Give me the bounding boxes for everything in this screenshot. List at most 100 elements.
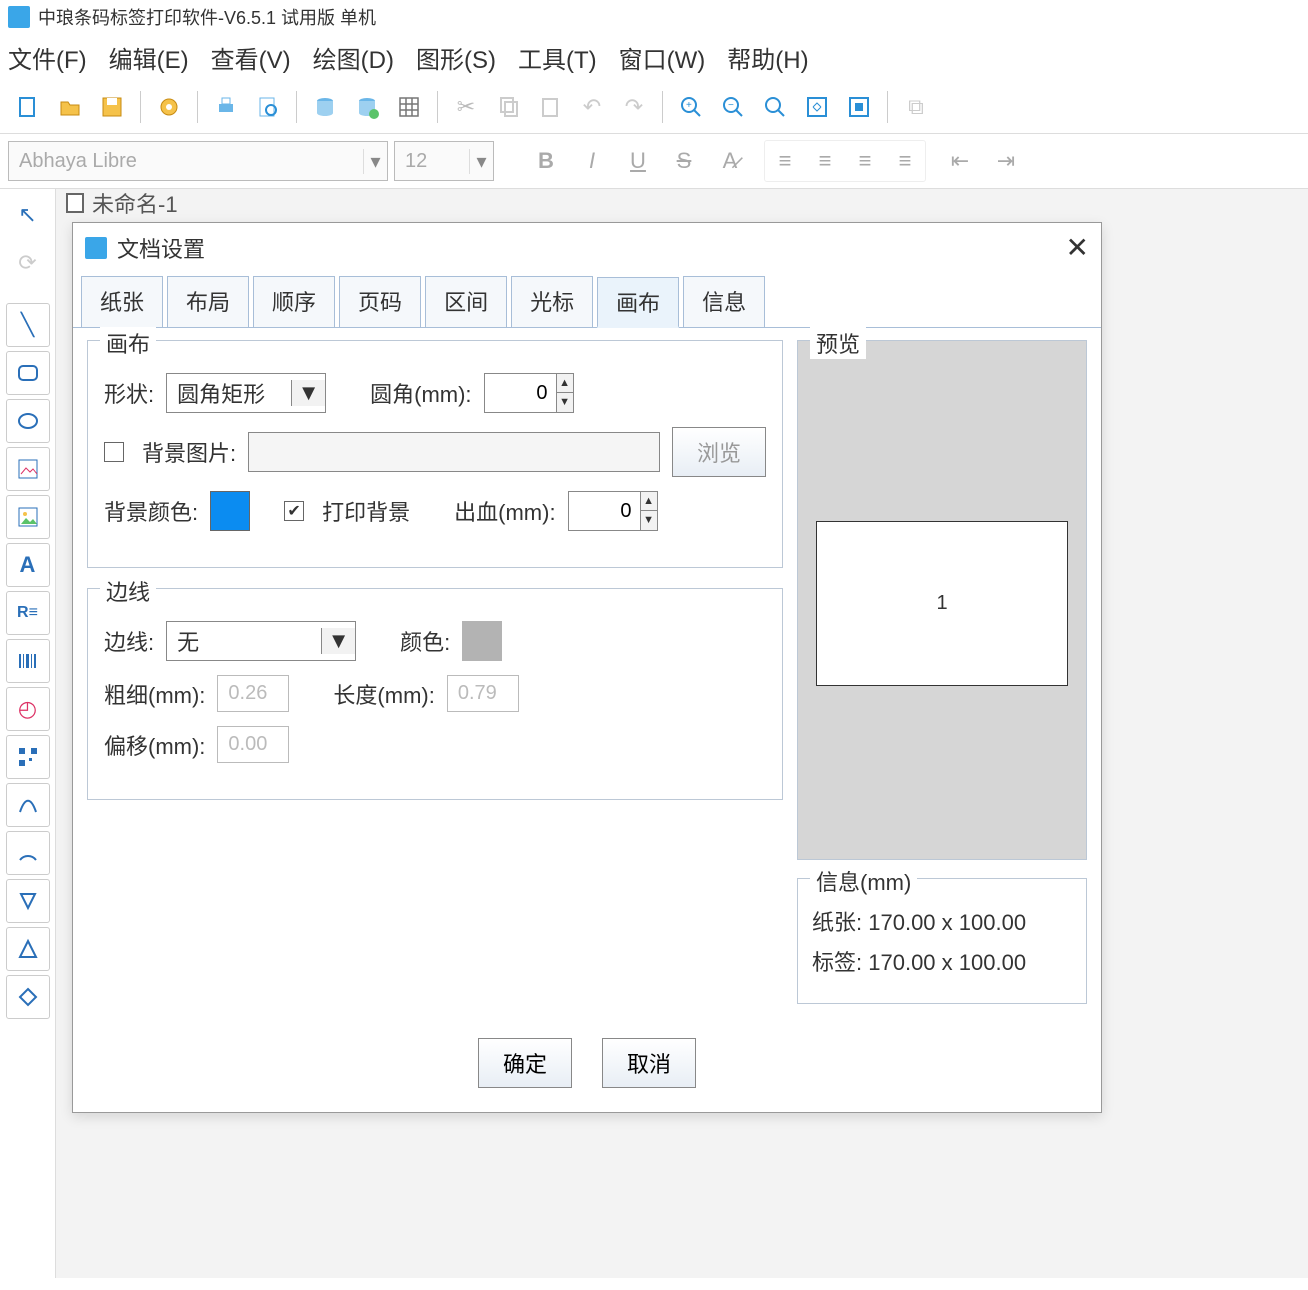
menu-shape[interactable]: 图形(S) <box>416 40 496 75</box>
preview-page-number: 1 <box>936 592 947 615</box>
radius-spinners[interactable]: ▲▼ <box>556 374 573 412</box>
tab-canvas[interactable]: 画布 <box>597 277 679 328</box>
fit-page-button[interactable] <box>839 87 879 127</box>
bgimage-checkbox[interactable] <box>104 442 124 462</box>
align-justify-button[interactable]: ≡ <box>885 141 925 181</box>
document-tab[interactable]: 未命名-1 <box>66 187 178 219</box>
font-family-value: Abhaya Libre <box>9 150 363 173</box>
chevron-down-icon[interactable]: ▼ <box>291 380 325 406</box>
menu-draw[interactable]: 绘图(D) <box>313 40 394 75</box>
menu-tool[interactable]: 工具(T) <box>518 40 597 75</box>
curve-tool[interactable] <box>6 783 50 827</box>
menu-file[interactable]: 文件(F) <box>8 40 87 75</box>
underline-button[interactable]: U <box>618 141 658 181</box>
bold-button[interactable]: B <box>526 141 566 181</box>
info-box: 信息(mm) 纸张: 170.00 x 100.00 标签: 170.00 x … <box>797 878 1087 1004</box>
strike-button[interactable]: S <box>664 141 704 181</box>
align-right-button[interactable]: ≡ <box>845 141 885 181</box>
bgimage-field[interactable] <box>248 432 660 472</box>
menu-edit[interactable]: 编辑(E) <box>109 40 189 75</box>
canvas-legend: 画布 <box>100 327 156 359</box>
settings-button[interactable] <box>149 87 189 127</box>
save-button[interactable] <box>92 87 132 127</box>
indent-right-button[interactable]: ⇥ <box>986 141 1026 181</box>
menu-view[interactable]: 查看(V) <box>211 40 291 75</box>
ok-button[interactable]: 确定 <box>478 1038 572 1088</box>
print-button[interactable] <box>206 87 246 127</box>
text-tool[interactable]: A <box>6 543 50 587</box>
separator <box>887 91 888 123</box>
2dbarcode-tool[interactable] <box>6 735 50 779</box>
bgimage-label: 背景图片: <box>142 436 236 468</box>
tab-info[interactable]: 信息 <box>683 276 765 327</box>
rounded-rect-tool[interactable] <box>6 351 50 395</box>
database-add-button[interactable] <box>347 87 387 127</box>
ellipse-tool[interactable] <box>6 399 50 443</box>
tab-range[interactable]: 区间 <box>425 276 507 327</box>
image-outline-tool[interactable] <box>6 447 50 491</box>
copy-button[interactable] <box>488 87 528 127</box>
grid-button[interactable] <box>389 87 429 127</box>
tab-order[interactable]: 顺序 <box>253 276 335 327</box>
separator <box>296 91 297 123</box>
zoom-out-button[interactable]: − <box>713 87 753 127</box>
border-color-swatch[interactable] <box>462 621 502 661</box>
chevron-down-icon[interactable]: ▾ <box>363 149 387 174</box>
zoom-fit-button[interactable] <box>755 87 795 127</box>
radius-value[interactable] <box>485 382 556 405</box>
print-bg-checkbox[interactable]: ✔ <box>284 501 304 521</box>
redo-button[interactable]: ↷ <box>614 87 654 127</box>
bleed-input[interactable]: ▲▼ <box>568 491 658 531</box>
font-size-combo[interactable]: 12 ▾ <box>394 141 494 181</box>
open-button[interactable] <box>50 87 90 127</box>
qrcode-tool[interactable]: ◴ <box>6 687 50 731</box>
radius-input[interactable]: ▲▼ <box>484 373 574 413</box>
cancel-button[interactable]: 取消 <box>602 1038 696 1088</box>
clear-format-button[interactable]: A̷ <box>710 141 750 181</box>
barcode-tool[interactable] <box>6 639 50 683</box>
tab-paper[interactable]: 纸张 <box>81 276 163 327</box>
richtext-tool[interactable]: R≡ <box>6 591 50 635</box>
dialog-body: 画布 形状: 圆角矩形 ▼ 圆角(mm): ▲▼ 背 <box>73 328 1101 1024</box>
menu-help[interactable]: 帮助(H) <box>727 40 808 75</box>
format-toolbar: Abhaya Libre ▾ 12 ▾ B I U S A̷ ≡ ≡ ≡ ≡ ⇤… <box>0 134 1308 188</box>
bleed-value[interactable] <box>569 500 640 523</box>
line-tool[interactable]: ╲ <box>6 303 50 347</box>
indent-left-button[interactable]: ⇤ <box>940 141 980 181</box>
new-doc-button[interactable] <box>8 87 48 127</box>
polygon-tool[interactable] <box>6 879 50 923</box>
paste-button[interactable] <box>530 87 570 127</box>
canvas-group: 画布 形状: 圆角矩形 ▼ 圆角(mm): ▲▼ 背 <box>87 340 783 568</box>
tab-page[interactable]: 页码 <box>339 276 421 327</box>
triangle-tool[interactable] <box>6 927 50 971</box>
arc-tool[interactable] <box>6 831 50 875</box>
italic-button[interactable]: I <box>572 141 612 181</box>
database-button[interactable] <box>305 87 345 127</box>
bleed-spinners[interactable]: ▲▼ <box>640 492 657 530</box>
menu-window[interactable]: 窗口(W) <box>619 40 706 75</box>
chevron-down-icon[interactable]: ▾ <box>469 149 493 174</box>
pointer-tool[interactable]: ↖ <box>6 193 50 237</box>
cut-button[interactable]: ✂ <box>446 87 486 127</box>
shape-select[interactable]: 圆角矩形 ▼ <box>166 373 326 413</box>
fit-window-button[interactable] <box>797 87 837 127</box>
browse-button[interactable]: 浏览 <box>672 427 766 477</box>
print-preview-button[interactable] <box>248 87 288 127</box>
app-title: 中琅条码标签打印软件-V6.5.1 试用版 单机 <box>38 4 376 30</box>
image-tool[interactable] <box>6 495 50 539</box>
chevron-down-icon[interactable]: ▼ <box>321 628 355 654</box>
close-icon[interactable]: ✕ <box>1066 231 1089 264</box>
undo-button[interactable]: ↶ <box>572 87 612 127</box>
diamond-tool[interactable] <box>6 975 50 1019</box>
tab-layout[interactable]: 布局 <box>167 276 249 327</box>
font-family-combo[interactable]: Abhaya Libre ▾ <box>8 141 388 181</box>
align-left-button[interactable]: ≡ <box>765 141 805 181</box>
bgcolor-swatch[interactable] <box>210 491 250 531</box>
border-select[interactable]: 无 ▼ <box>166 621 356 661</box>
title-bar: 中琅条码标签打印软件-V6.5.1 试用版 单机 <box>0 0 1308 34</box>
zoom-in-button[interactable]: + <box>671 87 711 127</box>
group-button[interactable]: ⧉ <box>896 87 936 127</box>
tab-cursor[interactable]: 光标 <box>511 276 593 327</box>
rotate-tool[interactable]: ⟳ <box>6 241 50 285</box>
align-center-button[interactable]: ≡ <box>805 141 845 181</box>
